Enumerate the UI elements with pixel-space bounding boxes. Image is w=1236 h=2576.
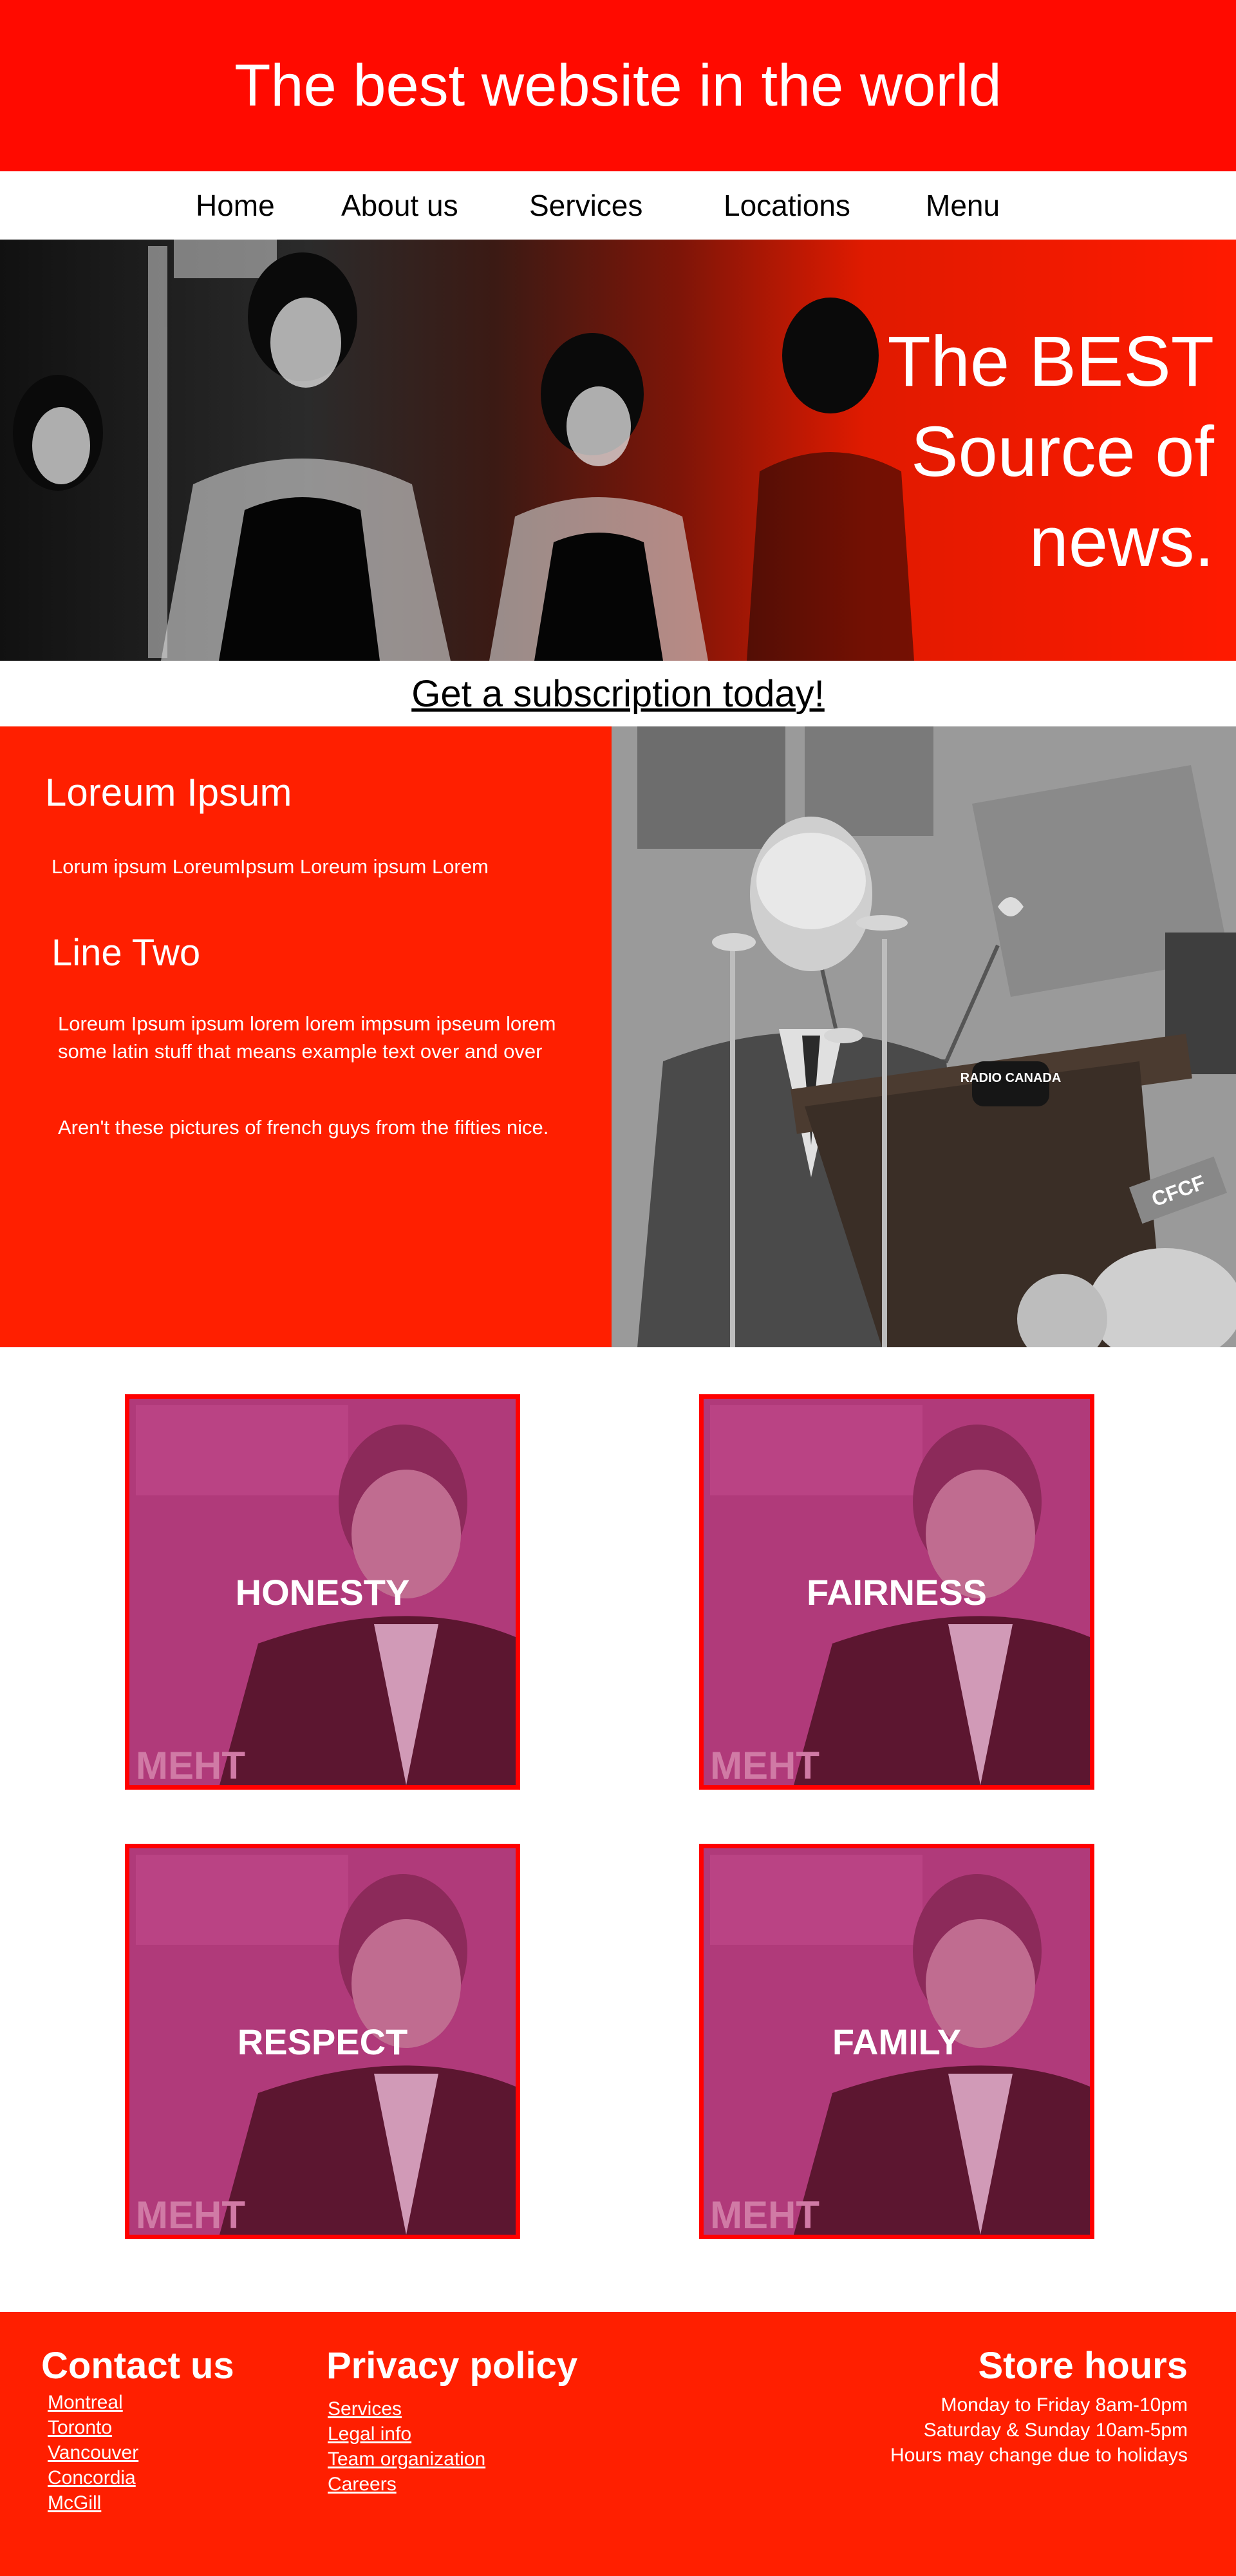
footer-hours-line: Monday to Friday 8am-10pm <box>941 2394 1188 2416</box>
card-label-honesty: HONESTY <box>235 1571 410 1613</box>
footer-link-mcgill[interactable]: McGill <box>48 2490 234 2515</box>
card-label-respect: RESPECT <box>237 2021 408 2062</box>
nav-locations[interactable]: Locations <box>724 171 850 240</box>
value-card-fairness: МЕНТ FAIRNESS <box>699 1394 1094 1790</box>
footer-hours-lines: Monday to Friday 8am-10pm Saturday & Sun… <box>776 2392 1188 2468</box>
nav-home[interactable]: Home <box>196 171 275 240</box>
footer-link-careers[interactable]: Careers <box>328 2472 577 2497</box>
site-title: The best website in the world <box>234 52 1002 118</box>
footer-hours-line: Hours may change due to holidays <box>890 2445 1188 2466</box>
value-card-family: МЕНТ FAMILY <box>699 1844 1094 2239</box>
footer-hours: Store hours Monday to Friday 8am-10pm Sa… <box>776 2344 1188 2468</box>
footer-link-team-organization[interactable]: Team organization <box>328 2447 577 2472</box>
hero-banner: The BEST Source of news. <box>0 240 1236 661</box>
footer-link-legal-info[interactable]: Legal info <box>328 2421 577 2447</box>
footer-hours-title: Store hours <box>978 2345 1188 2387</box>
main-nav: Home About us Services Locations Menu <box>0 171 1236 240</box>
footer-link-montreal[interactable]: Montreal <box>48 2390 234 2415</box>
footer-contact-links: Montreal Toronto Vancouver Concordia McG… <box>48 2390 234 2515</box>
subscription-link[interactable]: Get a subscription today! <box>411 672 825 715</box>
intro-small-text: Lorum ipsum LoreumIpsum Loreum ipsum Lor… <box>52 855 489 878</box>
hero-line-2: Source of <box>911 412 1214 491</box>
footer-privacy-links: Services Legal info Team organization Ca… <box>328 2396 577 2497</box>
subscription-bar: Get a subscription today! <box>0 661 1236 726</box>
footer-link-services[interactable]: Services <box>328 2396 577 2421</box>
footer-contact-title: Contact us <box>41 2345 234 2387</box>
intro-paragraph-two: Aren't these pictures of french guys fro… <box>58 1116 549 1139</box>
intro-heading: Loreum Ipsum <box>45 771 292 814</box>
footer-privacy-title: Privacy policy <box>326 2345 578 2387</box>
sign-radio-canada: RADIO CANADA <box>960 1071 1062 1085</box>
nav-menu[interactable]: Menu <box>926 171 1000 240</box>
value-card-honesty: МЕНТ HONESTY <box>125 1394 520 1790</box>
footer-link-concordia[interactable]: Concordia <box>48 2465 234 2490</box>
footer-privacy: Privacy policy Services Legal info Team … <box>326 2344 577 2497</box>
card-label-family: FAMILY <box>832 2021 962 2062</box>
hero-tagline: The BEST Source of news. <box>854 317 1214 587</box>
footer-link-vancouver[interactable]: Vancouver <box>48 2440 234 2465</box>
intro-heading-two: Line Two <box>52 932 201 974</box>
footer-hours-line: Saturday & Sunday 10am-5pm <box>923 2420 1188 2441</box>
intro-paragraph: Loreum Ipsum ipsum lorem lorem impsum ip… <box>58 1012 556 1063</box>
nav-about-us[interactable]: About us <box>341 171 458 240</box>
footer-link-toronto[interactable]: Toronto <box>48 2415 234 2440</box>
speaker-photo-illustration: RADIO CANADA CFCF <box>612 726 1236 1347</box>
intro-section: Loreum Ipsum Lorum ipsum LoreumIpsum Lor… <box>0 726 612 1347</box>
site-header: The best website in the world <box>0 0 1236 171</box>
site-footer: Contact us Montreal Toronto Vancouver Co… <box>0 2312 1236 2576</box>
nav-services[interactable]: Services <box>529 171 642 240</box>
hero-line-1: The BEST <box>887 322 1214 401</box>
card-label-fairness: FAIRNESS <box>806 1571 988 1613</box>
value-card-respect: МЕНТ RESPECT <box>125 1844 520 2239</box>
hero-line-3: news. <box>1029 502 1214 582</box>
speaker-photo: RADIO CANADA CFCF <box>612 726 1236 1347</box>
footer-contact: Contact us Montreal Toronto Vancouver Co… <box>41 2344 234 2515</box>
